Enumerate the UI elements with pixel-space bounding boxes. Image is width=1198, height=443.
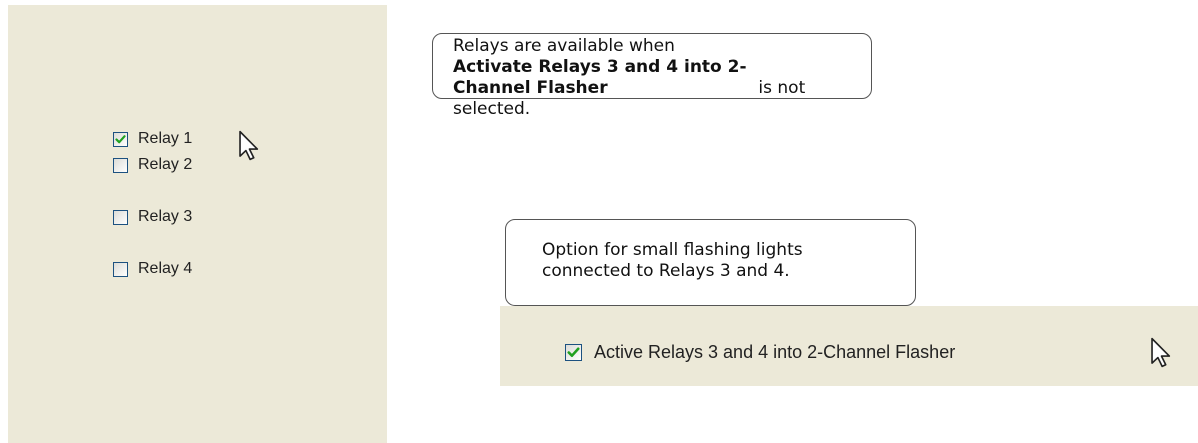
relay-label: Relay 4 [138,260,193,277]
checkbox-box[interactable] [113,157,128,173]
checkbox-box[interactable] [565,344,582,361]
relay-label: Relay 3 [138,208,193,225]
relay-label: Relay 1 [138,130,193,147]
relay-2-checkbox[interactable]: Relay 2 [113,156,192,174]
flasher-option-checkbox[interactable]: Active Relays 3 and 4 into 2-Channel Fla… [565,342,955,363]
relay-4-checkbox[interactable]: Relay 4 [113,260,192,278]
callout-text: connected to Relays 3 and 4. [542,261,790,281]
mouse-pointer-icon [1151,337,1171,368]
checkbox-box[interactable] [113,261,128,277]
relay-1-checkbox[interactable]: Relay 1 [113,130,192,148]
relay-availability-callout: Relays are available when Activate Relay… [432,33,872,119]
flasher-option-callout: Option for small flashing lights connect… [505,219,916,306]
relay-3-checkbox[interactable]: Relay 3 [113,208,192,226]
callout-text: Option for small flashing lights [542,240,803,260]
check-mark-icon [115,134,126,143]
callout-text: Relays are available when [453,36,675,56]
mouse-pointer-icon [239,130,259,161]
checkbox-box[interactable] [113,131,128,147]
callout-bold-option-name: Activate Relays 3 and 4 into 2-Channel F… [453,57,747,98]
checkbox-box[interactable] [113,209,128,225]
relay-options-panel [8,5,387,443]
relay-label: Relay 2 [138,156,193,173]
check-mark-icon [567,347,580,357]
flasher-option-label: Active Relays 3 and 4 into 2-Channel Fla… [594,342,956,362]
